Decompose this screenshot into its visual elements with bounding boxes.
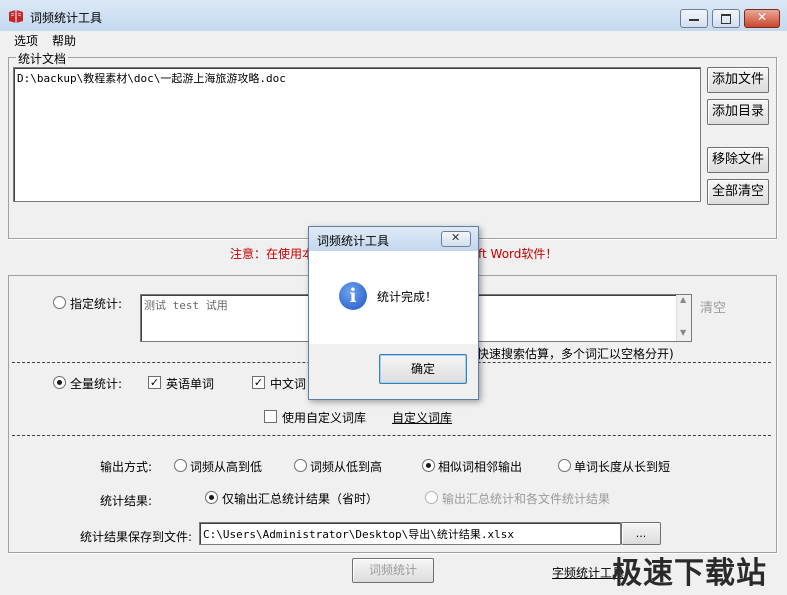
save-path-label: 统计结果保存到文件: bbox=[80, 530, 193, 544]
notice-text-right: ft Word软件！ bbox=[478, 247, 558, 261]
info-icon: i bbox=[339, 282, 367, 310]
dialog-message: 统计完成！ bbox=[377, 290, 438, 304]
summary-and-files-label: 输出汇总统计和各文件统计结果 bbox=[442, 492, 611, 506]
divider-bottom bbox=[12, 435, 771, 436]
watermark-text: 极速下载站 bbox=[612, 556, 767, 591]
dialog-close-icon: ✕ bbox=[451, 231, 461, 244]
add-file-button[interactable]: 添加文件 bbox=[707, 67, 769, 93]
save-path-value: C:\Users\Administrator\Desktop\导出\统计结果.x… bbox=[203, 528, 515, 541]
title-bar[interactable]: 词频统计工具 ✕ bbox=[0, 0, 787, 32]
maximize-icon bbox=[721, 14, 731, 24]
dialog-close-button[interactable]: ✕ bbox=[441, 231, 471, 247]
custom-dictionary-label: 使用自定义词库 bbox=[282, 411, 367, 425]
main-window: 词频统计工具 ✕ 选项 帮助 统计文档 D:\backup\教程素材\doc\一… bbox=[0, 0, 787, 595]
close-icon: ✕ bbox=[757, 10, 768, 24]
documents-group-label: 统计文档 bbox=[16, 50, 69, 67]
menu-help[interactable]: 帮助 bbox=[52, 32, 76, 49]
mode-low-to-high-label: 词频从低到高 bbox=[310, 460, 383, 474]
summary-and-files-radio[interactable] bbox=[425, 491, 438, 504]
dialog-ok-button[interactable]: 确定 bbox=[379, 354, 467, 384]
specified-stats-radio[interactable] bbox=[53, 296, 66, 309]
documents-listbox[interactable]: D:\backup\教程素材\doc\一起游上海旅游攻略.doc bbox=[13, 67, 701, 202]
specified-hint-text: 快速搜索估算，多个词汇以空格分开) bbox=[477, 347, 674, 361]
minimize-icon bbox=[689, 19, 699, 21]
dialog-title-bar[interactable]: 词频统计工具 ✕ bbox=[309, 227, 478, 251]
chinese-words-label: 中文词 bbox=[270, 377, 307, 391]
window-title: 词频统计工具 bbox=[30, 11, 103, 25]
run-frequency-button[interactable]: 词频统计 bbox=[352, 558, 434, 583]
app-book-icon bbox=[9, 10, 23, 23]
result-label: 统计结果: bbox=[100, 494, 153, 508]
scroll-down-icon[interactable]: ▼ bbox=[680, 328, 686, 337]
maximize-button[interactable] bbox=[712, 9, 740, 28]
english-words-checkbox[interactable]: ✓ bbox=[148, 376, 161, 389]
english-words-label: 英语单词 bbox=[166, 377, 215, 391]
dialog-title: 词频统计工具 bbox=[317, 234, 390, 248]
document-list-item[interactable]: D:\backup\教程素材\doc\一起游上海旅游攻略.doc bbox=[17, 70, 286, 86]
close-button[interactable]: ✕ bbox=[744, 9, 780, 28]
clear-specified-link[interactable]: 清空 bbox=[700, 297, 726, 316]
mode-low-to-high-radio[interactable] bbox=[294, 459, 307, 472]
dialog-body: i 统计完成！ bbox=[309, 251, 478, 344]
specified-words-text: 测试 test 试用 bbox=[144, 299, 228, 312]
mode-similar-adjacent-label: 相似词相邻输出 bbox=[438, 460, 523, 474]
notice-text-left: 注意：在使用本 bbox=[230, 247, 315, 261]
mode-similar-adjacent-radio[interactable] bbox=[422, 459, 435, 472]
save-path-input[interactable]: C:\Users\Administrator\Desktop\导出\统计结果.x… bbox=[199, 522, 621, 545]
clear-all-button[interactable]: 全部清空 bbox=[707, 179, 769, 205]
add-directory-button[interactable]: 添加目录 bbox=[707, 99, 769, 125]
message-dialog: 词频统计工具 ✕ i 统计完成！ 确定 bbox=[308, 226, 479, 400]
textarea-scrollbar[interactable]: ▲ ▼ bbox=[676, 295, 691, 341]
menu-options[interactable]: 选项 bbox=[14, 32, 38, 49]
mode-word-length-radio[interactable] bbox=[558, 459, 571, 472]
custom-dictionary-checkbox[interactable] bbox=[264, 410, 277, 423]
full-stats-label: 全量统计: bbox=[70, 377, 123, 391]
menu-bar: 选项 帮助 bbox=[0, 31, 787, 49]
remove-file-button[interactable]: 移除文件 bbox=[707, 147, 769, 173]
summary-only-radio[interactable] bbox=[205, 491, 218, 504]
summary-only-label: 仅输出汇总统计结果（省时） bbox=[222, 492, 379, 506]
minimize-button[interactable] bbox=[680, 9, 708, 28]
mode-word-length-label: 单词长度从长到短 bbox=[574, 460, 671, 474]
browse-button[interactable]: ... bbox=[621, 522, 661, 545]
full-stats-radio[interactable] bbox=[53, 376, 66, 389]
mode-high-to-low-label: 词频从高到低 bbox=[190, 460, 263, 474]
custom-dictionary-link[interactable]: 自定义词库 bbox=[392, 409, 452, 426]
scroll-up-icon[interactable]: ▲ bbox=[680, 295, 686, 304]
mode-high-to-low-radio[interactable] bbox=[174, 459, 187, 472]
chinese-words-checkbox[interactable]: ✓ bbox=[252, 376, 265, 389]
specified-stats-label: 指定统计: bbox=[70, 297, 123, 311]
output-mode-label: 输出方式: bbox=[100, 460, 153, 474]
